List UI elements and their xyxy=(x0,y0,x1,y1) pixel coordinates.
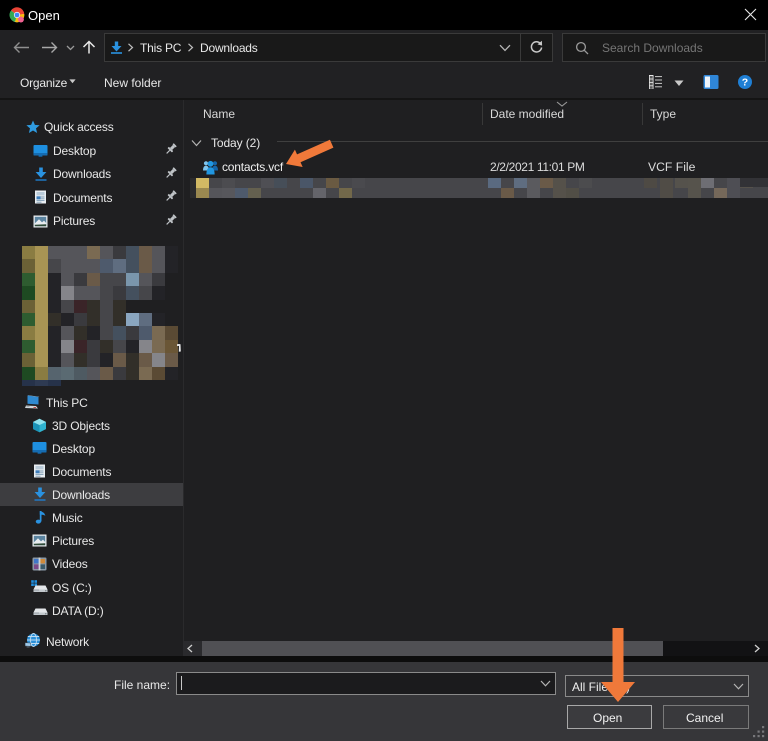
svg-text:?: ? xyxy=(742,77,748,89)
